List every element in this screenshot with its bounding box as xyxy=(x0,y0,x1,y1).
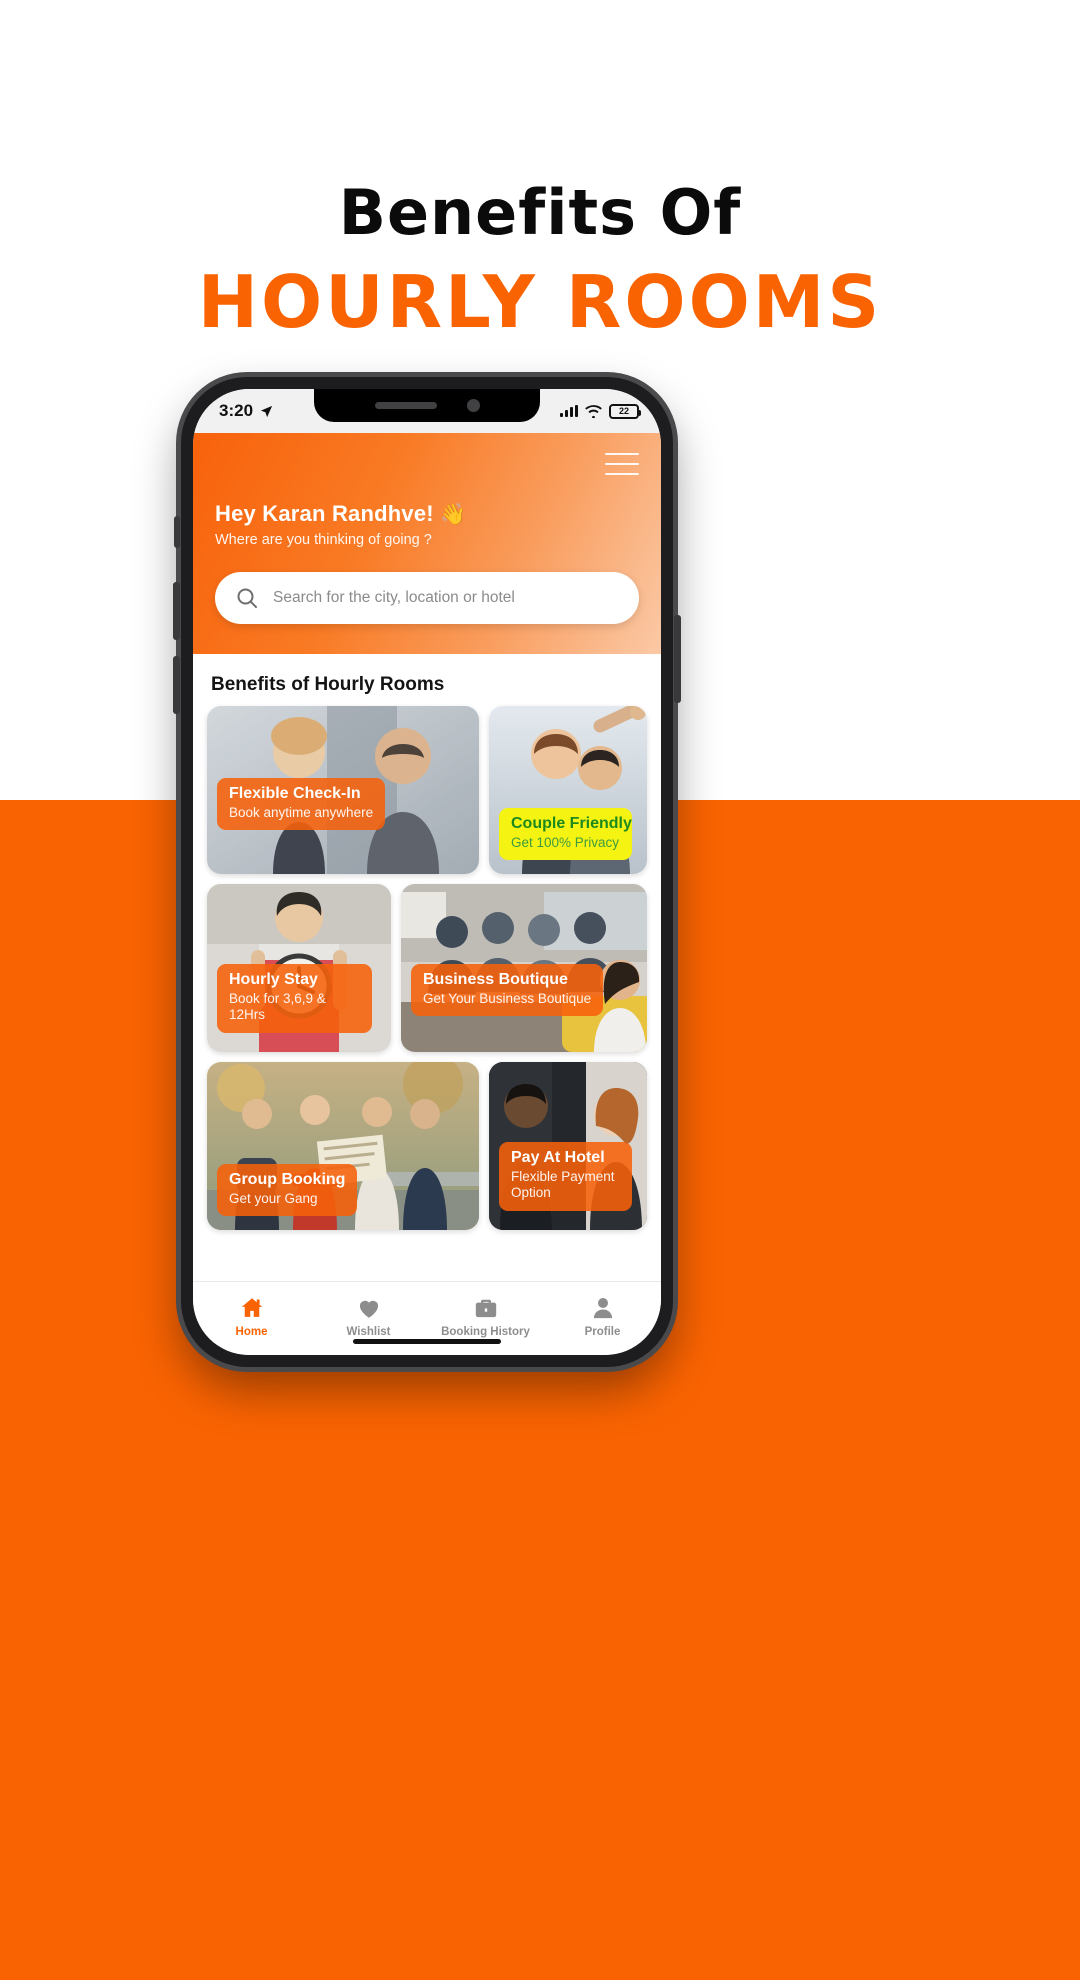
benefit-card-couple-friendly[interactable]: Couple Friendly Get 100% Privacy xyxy=(489,706,647,874)
nav-label: Profile xyxy=(584,1326,621,1338)
nav-item-booking-history[interactable]: Booking History xyxy=(427,1295,544,1338)
card-row-2: Hourly Stay Book for 3,6,9 & 12Hrs Busin… xyxy=(207,884,647,1052)
nav-item-wishlist[interactable]: Wishlist xyxy=(310,1295,427,1338)
phone-volume-down-button[interactable] xyxy=(173,656,180,714)
cellular-signal-icon xyxy=(560,405,578,417)
benefit-card-hourly-stay[interactable]: Hourly Stay Book for 3,6,9 & 12Hrs xyxy=(207,884,391,1052)
benefit-card-flexible-check-in[interactable]: Flexible Check-In Book anytime anywhere xyxy=(207,706,479,874)
section-title: Benefits of Hourly Rooms xyxy=(211,674,445,695)
poster-headline-line2: HOURLY ROOMS xyxy=(197,260,883,344)
card-label: Group Booking Get your Gang xyxy=(217,1163,358,1216)
phone-mockup: 3:20 22 Hey Karan Randhve! 👋 Where are y… xyxy=(173,377,681,1367)
home-indicator xyxy=(353,1339,501,1344)
status-bar-left: 3:20 xyxy=(219,401,274,421)
nav-label: Wishlist xyxy=(346,1326,391,1338)
subgreeting-text: Where are you thinking of going ? xyxy=(215,532,432,548)
app-header: Hey Karan Randhve! 👋 Where are you think… xyxy=(193,433,661,654)
search-input[interactable] xyxy=(273,589,619,607)
card-title: Group Booking xyxy=(229,1170,346,1188)
nav-item-profile[interactable]: Profile xyxy=(544,1295,661,1338)
card-label: Couple Friendly Get 100% Privacy xyxy=(499,807,632,860)
benefit-card-pay-at-hotel[interactable]: Pay At Hotel Flexible Payment Option xyxy=(489,1062,647,1230)
card-label: Flexible Check-In Book anytime anywhere xyxy=(217,778,386,831)
phone-volume-up-button[interactable] xyxy=(173,582,180,640)
phone-power-button[interactable] xyxy=(674,615,681,703)
card-subtitle: Book for 3,6,9 & 12Hrs xyxy=(229,990,326,1023)
card-label: Business Boutique Get Your Business Bout… xyxy=(411,964,604,1017)
greeting-name: Hey Karan Randhve! xyxy=(215,501,434,526)
status-bar-time: 3:20 xyxy=(219,401,254,420)
phone-screen: 3:20 22 Hey Karan Randhve! 👋 Where are y… xyxy=(193,389,661,1355)
content-area: Benefits of Hourly Rooms Flexible Check-… xyxy=(193,654,661,1281)
poster-headline-line1: Benefits Of xyxy=(338,176,742,249)
person-icon xyxy=(593,1298,612,1319)
status-bar-right: 22 xyxy=(560,403,641,419)
greeting-text: Hey Karan Randhve! 👋 xyxy=(215,501,639,527)
benefit-card-business-boutique[interactable]: Business Boutique Get Your Business Bout… xyxy=(401,884,647,1052)
earpiece-speaker-icon xyxy=(374,402,437,409)
briefcase-icon xyxy=(475,1299,496,1318)
nav-label: Home xyxy=(235,1326,268,1338)
card-subtitle: Get 100% Privacy xyxy=(511,834,620,850)
phone-notch xyxy=(314,389,540,422)
search-bar[interactable] xyxy=(215,572,639,624)
card-subtitle: Get Your Business Boutique xyxy=(423,990,592,1006)
card-subtitle: Get your Gang xyxy=(229,1190,318,1206)
search-icon xyxy=(237,588,257,608)
card-row-3: Group Booking Get your Gang Pay At Hotel… xyxy=(207,1062,647,1230)
wifi-icon xyxy=(585,404,602,418)
card-title: Business Boutique xyxy=(423,971,568,988)
card-title: Flexible Check-In xyxy=(229,785,361,802)
benefit-card-group-booking[interactable]: Group Booking Get your Gang xyxy=(207,1062,479,1230)
home-icon xyxy=(241,1298,262,1317)
hamburger-menu-icon[interactable] xyxy=(605,453,639,475)
card-subtitle: Flexible Payment Option xyxy=(511,1168,615,1201)
heart-icon xyxy=(359,1300,378,1318)
card-title: Couple Friendly xyxy=(511,814,632,832)
card-row-1: Flexible Check-In Book anytime anywhere xyxy=(207,706,647,874)
nav-label: Booking History xyxy=(441,1326,530,1338)
wave-emoji-icon: 👋 xyxy=(440,503,467,526)
card-subtitle: Book anytime anywhere xyxy=(229,804,374,820)
phone-silent-switch[interactable] xyxy=(174,516,180,548)
card-label: Pay At Hotel Flexible Payment Option xyxy=(499,1142,632,1211)
battery-icon: 22 xyxy=(609,403,641,419)
card-title: Hourly Stay xyxy=(229,971,318,988)
card-title: Pay At Hotel xyxy=(511,1149,605,1166)
front-camera-icon xyxy=(466,399,480,412)
poster-headline: Benefits Of HOURLY ROOMS xyxy=(0,176,1080,344)
location-arrow-icon xyxy=(260,405,273,417)
battery-level-label: 22 xyxy=(618,405,629,416)
card-label: Hourly Stay Book for 3,6,9 & 12Hrs xyxy=(217,964,372,1033)
nav-item-home[interactable]: Home xyxy=(193,1295,310,1338)
